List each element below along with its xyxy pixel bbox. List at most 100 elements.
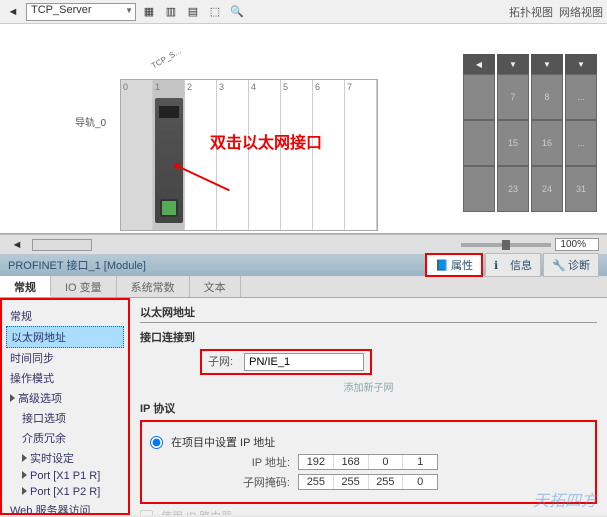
top-toolbar: ◄ TCP_Server ▦ ▥ ▤ ⬚ 🔍 拓扑视图 网络视图 xyxy=(0,0,607,24)
slot-6[interactable]: 6 xyxy=(313,80,345,230)
content-pane: 以太网地址 接口连接到 子网: 添加新子网 IP 协议 在项目中设置 IP 地址… xyxy=(130,298,607,515)
side-cell: 7 xyxy=(497,74,529,120)
device-select-dropdown[interactable]: TCP_Server xyxy=(26,3,136,21)
slot-num: 4 xyxy=(251,82,256,92)
toolbar-icon-3[interactable]: ▤ xyxy=(184,3,202,21)
side-cell xyxy=(463,74,495,120)
tree-item-webserver[interactable]: Web 服务器访问 xyxy=(6,500,124,515)
info-icon: ℹ xyxy=(494,259,506,271)
ip-project-radio[interactable] xyxy=(150,436,163,449)
tree-item-port1[interactable]: Port [X1 P1 R] xyxy=(6,468,124,484)
tree-item-advanced[interactable]: 高级选项 xyxy=(6,388,124,408)
properties-icon: 📘 xyxy=(435,259,447,271)
tab-sys-const[interactable]: 系统常数 xyxy=(117,276,190,297)
tree-item-general[interactable]: 常规 xyxy=(6,306,124,326)
slot-0[interactable]: 0 xyxy=(121,80,153,230)
nav-back-icon[interactable]: ◄ xyxy=(4,3,22,21)
tab-text[interactable]: 文本 xyxy=(190,276,241,297)
side-cell: ... xyxy=(565,120,597,166)
ip-octet[interactable]: 1 xyxy=(403,455,437,469)
ip-octet[interactable]: 0 xyxy=(369,455,404,469)
side-header[interactable]: ▼ xyxy=(565,54,597,74)
device-hint-label: TCP_S... xyxy=(150,46,183,70)
zoom-thumb[interactable] xyxy=(502,240,510,250)
subnet-mask-input[interactable]: 255 255 255 0 xyxy=(298,474,438,490)
side-header[interactable]: ◀ xyxy=(463,54,495,74)
add-subnet-link[interactable]: 添加新子网 xyxy=(140,379,597,394)
slot-num: 0 xyxy=(123,82,128,92)
annotation-text: 双击以太网接口 xyxy=(210,129,322,153)
tree-item-media-redundancy[interactable]: 介质冗余 xyxy=(6,428,124,448)
slot-num: 2 xyxy=(187,82,192,92)
ip-octet[interactable]: 255 xyxy=(299,475,334,489)
expand-icon[interactable] xyxy=(22,454,27,462)
toolbar-icon-2[interactable]: ▥ xyxy=(162,3,180,21)
slot-3[interactable]: 3 xyxy=(217,80,249,230)
ip-octet[interactable]: 255 xyxy=(334,475,369,489)
slot-2[interactable]: 2 xyxy=(185,80,217,230)
properties-title: PROFINET 接口_1 [Module] xyxy=(8,257,146,273)
slot-5[interactable]: 5 xyxy=(281,80,313,230)
watermark: 天拓四方 xyxy=(533,487,597,511)
tree-item-port2[interactable]: Port [X1 P2 R] xyxy=(6,484,124,500)
subnet-input[interactable] xyxy=(244,353,364,371)
side-cell: 16 xyxy=(531,120,563,166)
slot-num: 7 xyxy=(347,82,352,92)
rail-label: 导轨_0 xyxy=(75,114,106,129)
ip-project-label: 在项目中设置 IP 地址 xyxy=(171,434,275,450)
tab-io-vars[interactable]: IO 变量 xyxy=(51,276,117,297)
zoom-slider[interactable] xyxy=(461,243,551,247)
side-header[interactable]: ▼ xyxy=(531,54,563,74)
tab-general[interactable]: 常规 xyxy=(0,276,51,297)
mask-label: 子网掩码: xyxy=(210,474,290,490)
side-cell: 31 xyxy=(565,166,597,212)
tab-properties[interactable]: 📘 属性 xyxy=(425,253,483,277)
toolbar-icon-5[interactable]: 🔍 xyxy=(228,3,246,21)
view-network-link[interactable]: 网络视图 xyxy=(559,4,603,20)
collapse-left-icon[interactable]: ◄ xyxy=(8,236,26,254)
tab-info[interactable]: ℹ 信息 xyxy=(485,253,541,277)
side-cell xyxy=(463,120,495,166)
main-tab-strip: 常规 IO 变量 系统常数 文本 xyxy=(0,276,607,298)
ethernet-port-icon[interactable] xyxy=(160,199,178,217)
slot-num: 1 xyxy=(155,82,160,92)
expand-icon[interactable] xyxy=(10,394,15,402)
use-router-checkbox xyxy=(140,510,153,516)
use-router-label: 使用 IP 路由器 xyxy=(161,508,232,515)
ip-octet[interactable]: 168 xyxy=(334,455,369,469)
tree-item-ethernet-address[interactable]: 以太网地址 xyxy=(6,326,124,348)
tab-label: 信息 xyxy=(510,257,532,273)
slot-7[interactable]: 7 xyxy=(345,80,377,230)
slot-4[interactable]: 4 xyxy=(249,80,281,230)
ip-octet[interactable]: 255 xyxy=(369,475,404,489)
slot-num: 6 xyxy=(315,82,320,92)
h-scrollbar[interactable] xyxy=(32,239,92,251)
slot-1-cpu[interactable]: 1 xyxy=(153,80,185,230)
zoom-value[interactable]: 100% xyxy=(555,238,599,251)
toolbar-icon-1[interactable]: ▦ xyxy=(140,3,158,21)
tree-label: 实时设定 xyxy=(30,453,74,465)
tree-item-realtime[interactable]: 实时设定 xyxy=(6,448,124,468)
tree-item-time-sync[interactable]: 时间同步 xyxy=(6,348,124,368)
tree-item-interface-options[interactable]: 接口选项 xyxy=(6,408,124,428)
tab-diagnostics[interactable]: 🔧 诊断 xyxy=(543,253,599,277)
expand-icon[interactable] xyxy=(22,471,27,479)
ip-octet[interactable]: 0 xyxy=(403,475,437,489)
side-slot-table: ◀ ▼ 7 15 23 ▼ 8 16 24 ▼ ... ... 31 xyxy=(463,54,597,212)
tree-item-operating-mode[interactable]: 操作模式 xyxy=(6,368,124,388)
tab-label: 诊断 xyxy=(568,257,590,273)
side-header[interactable]: ▼ xyxy=(497,54,529,74)
properties-area: 常规 以太网地址 时间同步 操作模式 高级选项 接口选项 介质冗余 实时设定 P… xyxy=(0,298,607,515)
toolbar-icon-4[interactable]: ⬚ xyxy=(206,3,224,21)
section-title: 以太网地址 xyxy=(140,304,597,323)
ip-octet[interactable]: 192 xyxy=(299,455,334,469)
ip-address-input[interactable]: 192 168 0 1 xyxy=(298,454,438,470)
side-cell: 15 xyxy=(497,120,529,166)
subsection-ip: IP 协议 xyxy=(140,400,597,416)
device-rack: 0 1 2 3 4 5 6 7 xyxy=(120,79,378,231)
expand-icon[interactable] xyxy=(22,487,27,495)
tab-label: 属性 xyxy=(451,257,473,273)
view-topology-link[interactable]: 拓扑视图 xyxy=(509,4,553,20)
subsection-connect: 接口连接到 xyxy=(140,329,597,345)
diagnostics-icon: 🔧 xyxy=(552,259,564,271)
